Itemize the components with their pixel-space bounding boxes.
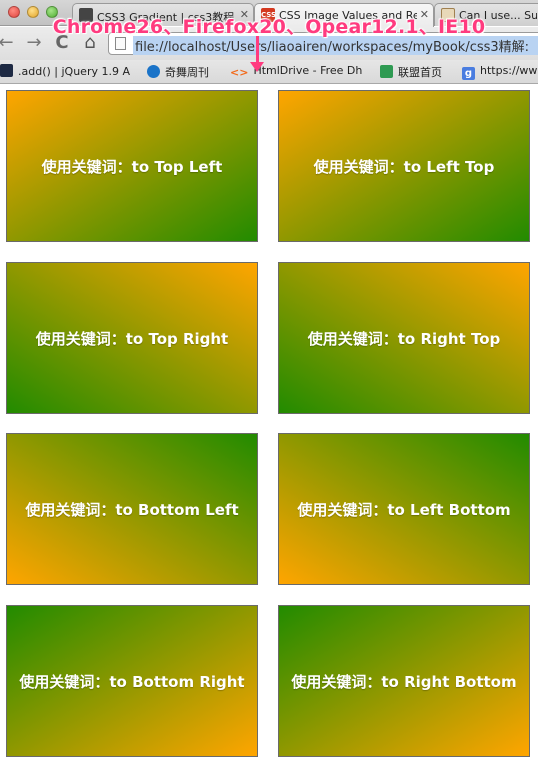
bookmark-label: HtmlDrive - Free Dh	[253, 64, 363, 77]
gradient-box-caption: 使用关键词：to Left Top	[313, 157, 495, 176]
bookmark-label: .add() | jQuery 1.9 A	[18, 65, 130, 78]
gradient-box-caption: 使用关键词：to Top Left	[41, 157, 223, 176]
bookmark-jquery[interactable]: .add() | jQuery 1.9 A	[0, 64, 130, 80]
gradient-box-to-bottom-right: 使用关键词：to Bottom Right	[6, 605, 258, 757]
gradient-box-to-left-bottom: 使用关键词：to Left Bottom	[278, 433, 530, 585]
grid-icon	[380, 65, 393, 78]
bookmark-label: 联盟首页	[398, 66, 442, 79]
gradient-box-to-right-top: 使用关键词：to Right Top	[278, 262, 530, 414]
bookmark-qiwu[interactable]: 奇舞周刊	[147, 64, 209, 80]
bookmark-alliance[interactable]: 联盟首页	[380, 64, 442, 80]
gradient-box-caption: 使用关键词：to Left Bottom	[297, 500, 511, 519]
gradient-box-to-bottom-left: 使用关键词：to Bottom Left	[6, 433, 258, 585]
qiwu-icon	[147, 65, 160, 78]
gradient-box-caption: 使用关键词：to Top Right	[35, 329, 229, 348]
browser-support-annotation: Chrome26、Firefox20、Opear12.1、IE10	[52, 16, 486, 38]
gradient-box-to-left-top: 使用关键词：to Left Top	[278, 90, 530, 242]
gradient-box-to-top-right: 使用关键词：to Top Right	[6, 262, 258, 414]
gradient-box-caption: 使用关键词：to Right Bottom	[291, 672, 517, 691]
gradient-box-caption: 使用关键词：to Bottom Right	[19, 672, 245, 691]
gradient-box-caption: 使用关键词：to Right Top	[307, 329, 501, 348]
annotation-arrowhead	[250, 62, 264, 72]
bookmark-label: https://ww	[480, 64, 538, 77]
gradient-box-caption: 使用关键词：to Bottom Left	[25, 500, 239, 519]
gradient-box-to-right-bottom: 使用关键词：to Right Bottom	[278, 605, 530, 757]
gradient-box-to-top-left: 使用关键词：to Top Left	[6, 90, 258, 242]
bookmark-label: 奇舞周刊	[165, 66, 209, 79]
page-content: 使用关键词：to Top Left 使用关键词：to Left Top 使用关键…	[0, 85, 538, 764]
bookmarks-bar: .add() | jQuery 1.9 A 奇舞周刊 <> HtmlDrive -…	[0, 60, 538, 84]
htmldrive-icon: <>	[230, 66, 249, 79]
google-icon: g	[462, 67, 475, 80]
bookmark-https[interactable]: g https://ww	[462, 64, 537, 80]
jquery-icon	[0, 64, 13, 77]
